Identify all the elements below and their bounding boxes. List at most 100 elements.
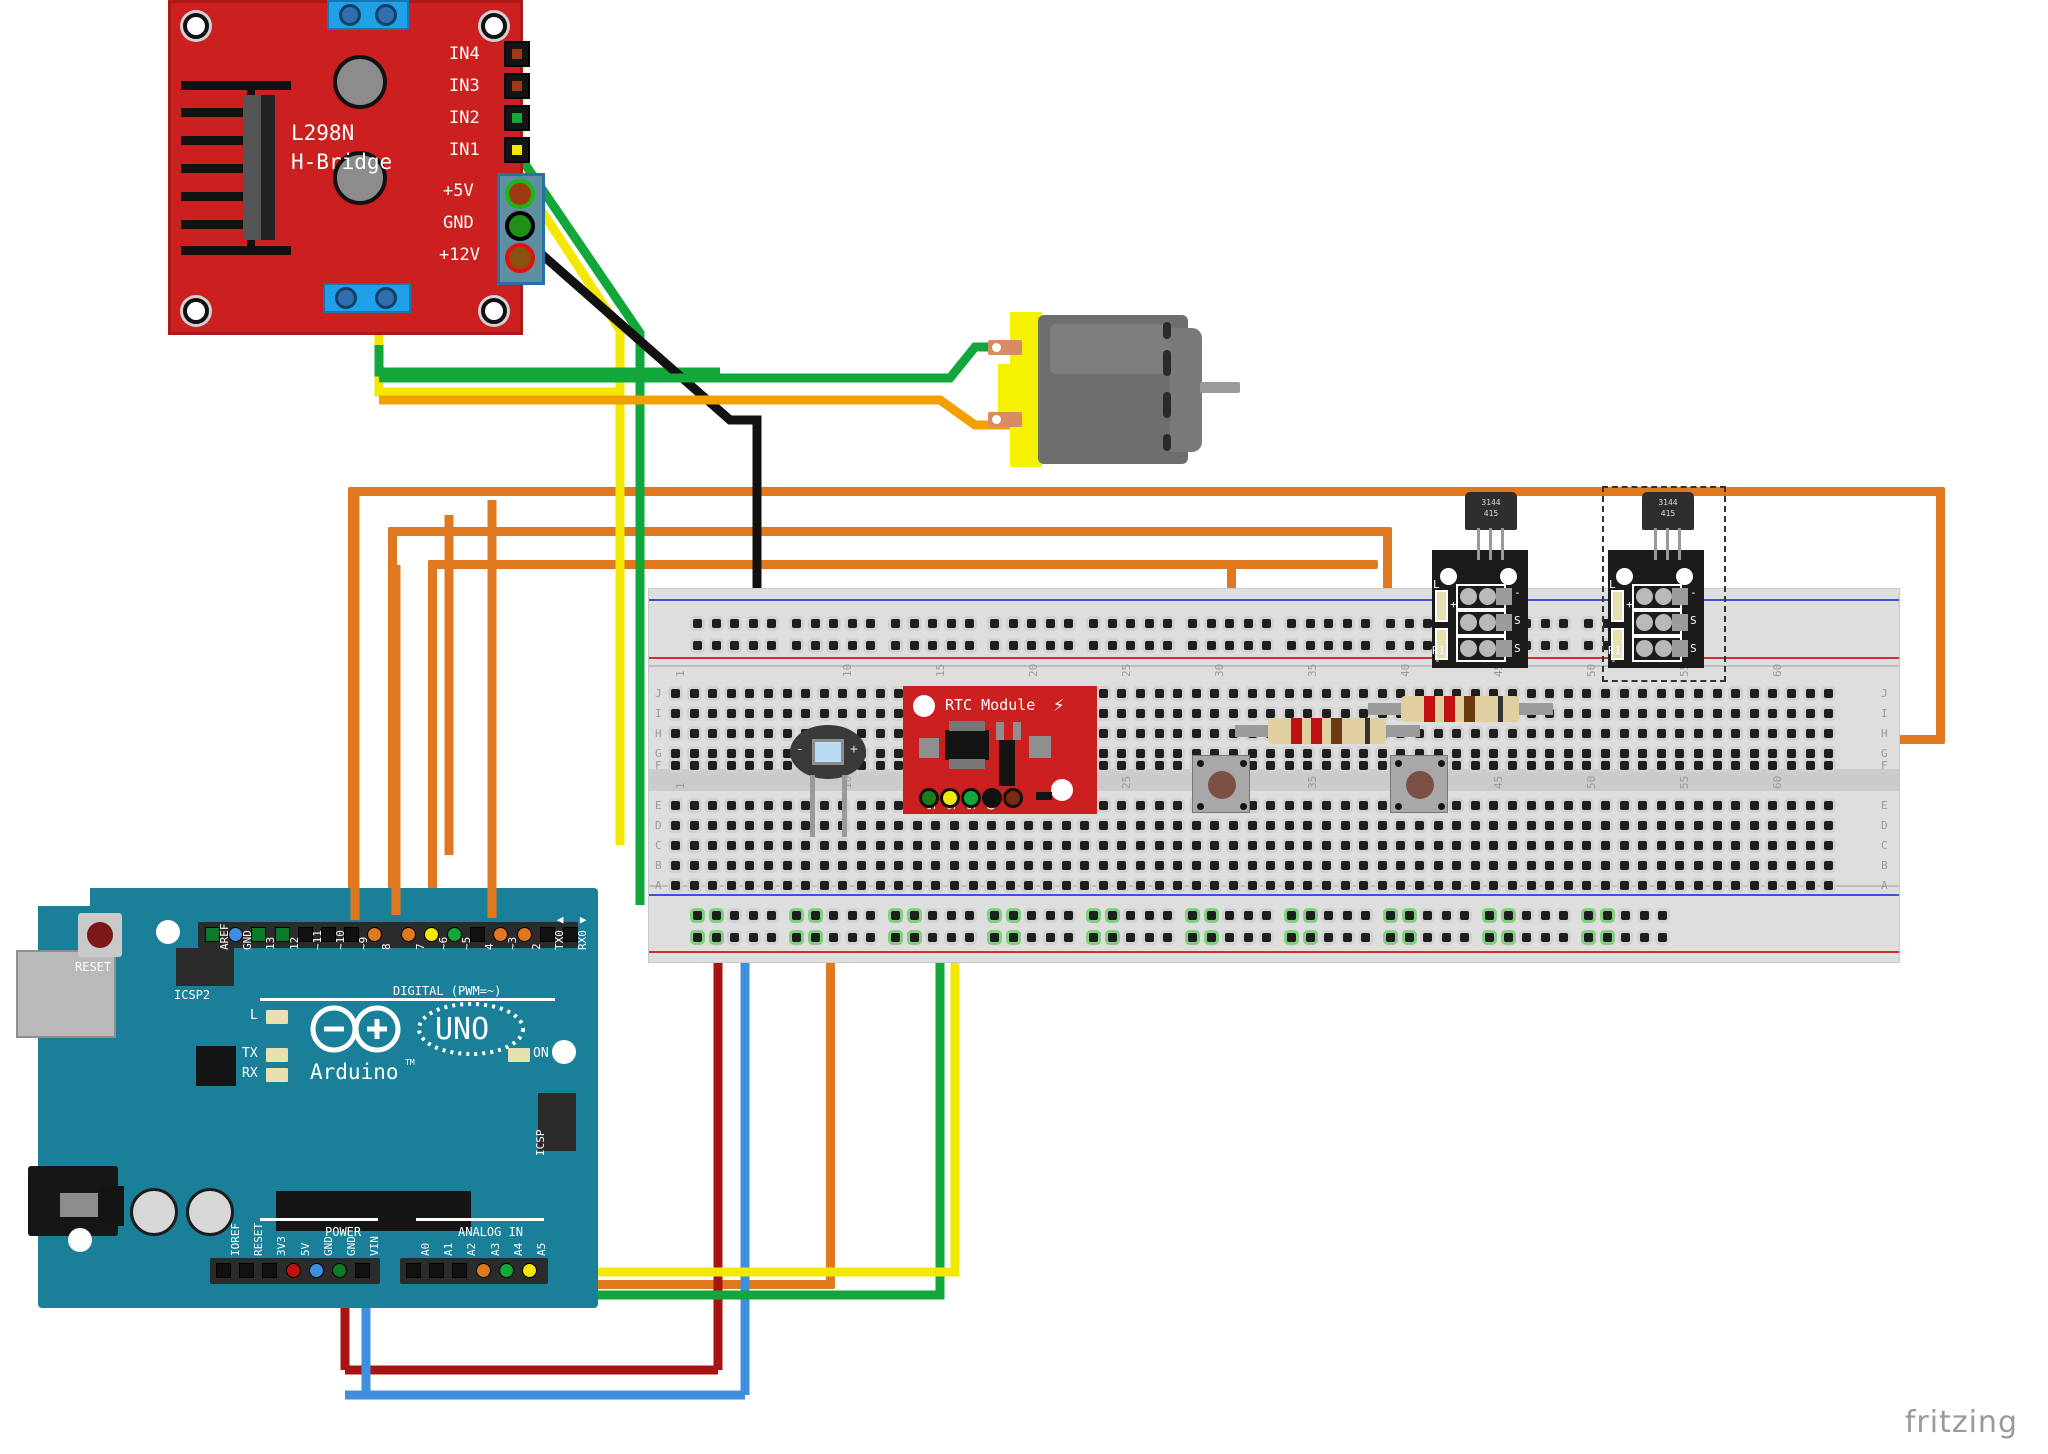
breadboard-rail-hole[interactable]	[928, 911, 938, 920]
breadboard-hole[interactable]	[950, 821, 959, 830]
breadboard-rail-hole[interactable]	[946, 911, 956, 920]
breadboard-hole[interactable]	[1824, 729, 1834, 738]
breadboard-rail-hole[interactable]	[792, 619, 801, 628]
breadboard-rail-hole[interactable]	[946, 933, 956, 942]
breadboard-rail-hole[interactable]	[1107, 619, 1117, 628]
pushbutton-2-cap[interactable]	[1406, 771, 1434, 799]
breadboard-rail-hole[interactable]	[1287, 911, 1296, 920]
breadboard-rail-hole[interactable]	[909, 911, 919, 920]
breadboard-rail-hole[interactable]	[965, 911, 975, 920]
breadboard-hole[interactable]	[1545, 689, 1555, 698]
breadboard-hole[interactable]	[1749, 729, 1759, 738]
breadboard-hole[interactable]	[1340, 761, 1350, 770]
breadboard-rail-hole[interactable]	[1262, 933, 1272, 942]
breadboard-rail-hole[interactable]	[1324, 933, 1334, 942]
breadboard-hole[interactable]	[1824, 761, 1834, 770]
breadboard-rail-hole[interactable]	[1126, 619, 1136, 628]
breadboard-hole[interactable]	[1489, 761, 1499, 770]
dc-motor[interactable]	[988, 312, 1240, 467]
breadboard-hole[interactable]	[1154, 841, 1164, 850]
breadboard-rail-hole[interactable]	[1008, 619, 1018, 628]
breadboard-hole[interactable]	[1526, 841, 1536, 850]
breadboard-rail-hole[interactable]	[1559, 911, 1569, 920]
breadboard-rail-hole[interactable]	[1584, 933, 1593, 942]
breadboard-hole[interactable]	[1322, 801, 1331, 810]
breadboard-hole[interactable]	[1173, 729, 1183, 738]
breadboard-hole[interactable]	[912, 861, 922, 870]
breadboard-hole[interactable]	[987, 861, 997, 870]
breadboard-rail-hole[interactable]	[1460, 933, 1470, 942]
breadboard-hole[interactable]	[1508, 801, 1517, 810]
breadboard-rail-hole[interactable]	[829, 933, 839, 942]
breadboard-hole[interactable]	[1787, 749, 1796, 758]
breadboard-hole[interactable]	[1638, 749, 1648, 758]
breadboard-hole[interactable]	[1284, 709, 1294, 718]
pushbutton-2[interactable]	[1390, 755, 1448, 813]
breadboard-hole[interactable]	[1284, 801, 1294, 810]
breadboard-hole[interactable]	[1470, 861, 1480, 870]
breadboard-hole[interactable]	[671, 729, 680, 738]
breadboard-hole[interactable]	[1675, 689, 1685, 698]
breadboard-rail-hole[interactable]	[1243, 619, 1253, 628]
pin-5v[interactable]	[505, 179, 535, 209]
breadboard-hole[interactable]	[1452, 841, 1462, 850]
breadboard-hole[interactable]	[1173, 821, 1183, 830]
breadboard-hole[interactable]	[1303, 881, 1313, 890]
breadboard-hole[interactable]	[1508, 861, 1517, 870]
rtc-pin-sda[interactable]	[919, 788, 939, 808]
rtc-pin-sqw[interactable]	[961, 788, 981, 808]
breadboard-hole[interactable]	[1694, 881, 1703, 890]
breadboard-hole[interactable]	[764, 749, 773, 758]
breadboard-hole[interactable]	[1210, 709, 1220, 718]
breadboard-hole[interactable]	[987, 821, 997, 830]
breadboard-rail-hole[interactable]	[1163, 933, 1173, 942]
breadboard-hole[interactable]	[745, 821, 755, 830]
breadboard-hole[interactable]	[1508, 881, 1517, 890]
breadboard-hole[interactable]	[726, 709, 736, 718]
breadboard-hole[interactable]	[1489, 821, 1499, 830]
analog-pin-A2[interactable]	[452, 1263, 468, 1278]
breadboard-rail-hole[interactable]	[792, 911, 801, 920]
breadboard-rail-hole[interactable]	[1126, 911, 1136, 920]
breadboard-hole[interactable]	[1656, 821, 1666, 830]
pin-in1[interactable]	[504, 137, 530, 163]
rtc-module[interactable]: RTC Module ⚡ SDA SCL SQW GND 5V	[903, 686, 1097, 814]
breadboard-hole[interactable]	[1582, 709, 1592, 718]
breadboard-hole[interactable]	[1787, 841, 1796, 850]
breadboard-rail-hole[interactable]	[1188, 619, 1197, 628]
breadboard-rail-hole[interactable]	[1639, 911, 1649, 920]
breadboard-hole[interactable]	[1210, 881, 1220, 890]
breadboard-hole[interactable]	[1638, 729, 1648, 738]
breadboard-hole[interactable]	[1377, 689, 1387, 698]
breadboard-hole[interactable]	[894, 801, 904, 810]
breadboard-hole[interactable]	[1154, 801, 1164, 810]
breadboard-rail-hole[interactable]	[1107, 911, 1117, 920]
breadboard-hole[interactable]	[1284, 821, 1294, 830]
breadboard-hole[interactable]	[1601, 689, 1610, 698]
breadboard-hole[interactable]	[1545, 861, 1555, 870]
breadboard-rail-hole[interactable]	[866, 619, 876, 628]
breadboard-hole[interactable]	[1005, 861, 1015, 870]
breadboard-hole[interactable]	[1694, 761, 1703, 770]
analog-pin-A1[interactable]	[429, 1263, 445, 1278]
breadboard-hole[interactable]	[1787, 709, 1796, 718]
breadboard-rail-hole[interactable]	[1522, 933, 1532, 942]
breadboard-hole[interactable]	[1470, 749, 1480, 758]
breadboard-hole[interactable]	[1712, 729, 1722, 738]
breadboard-hole[interactable]	[1340, 841, 1350, 850]
power-pin-3V3[interactable]	[262, 1263, 278, 1278]
breadboard-hole[interactable]	[1694, 861, 1703, 870]
breadboard-hole[interactable]	[894, 861, 904, 870]
pin-gnd[interactable]	[505, 211, 535, 241]
breadboard-hole[interactable]	[1749, 709, 1759, 718]
breadboard-rail-hole[interactable]	[829, 619, 839, 628]
breadboard-hole[interactable]	[1377, 801, 1387, 810]
breadboard-hole[interactable]	[1768, 761, 1778, 770]
breadboard-rail-hole[interactable]	[1262, 641, 1272, 650]
breadboard-hole[interactable]	[1117, 841, 1127, 850]
breadboard-hole[interactable]	[1377, 761, 1387, 770]
breadboard-hole[interactable]	[1694, 821, 1703, 830]
breadboard-rail-hole[interactable]	[1559, 619, 1569, 628]
breadboard-hole[interactable]	[1377, 881, 1387, 890]
breadboard-hole[interactable]	[1824, 801, 1834, 810]
